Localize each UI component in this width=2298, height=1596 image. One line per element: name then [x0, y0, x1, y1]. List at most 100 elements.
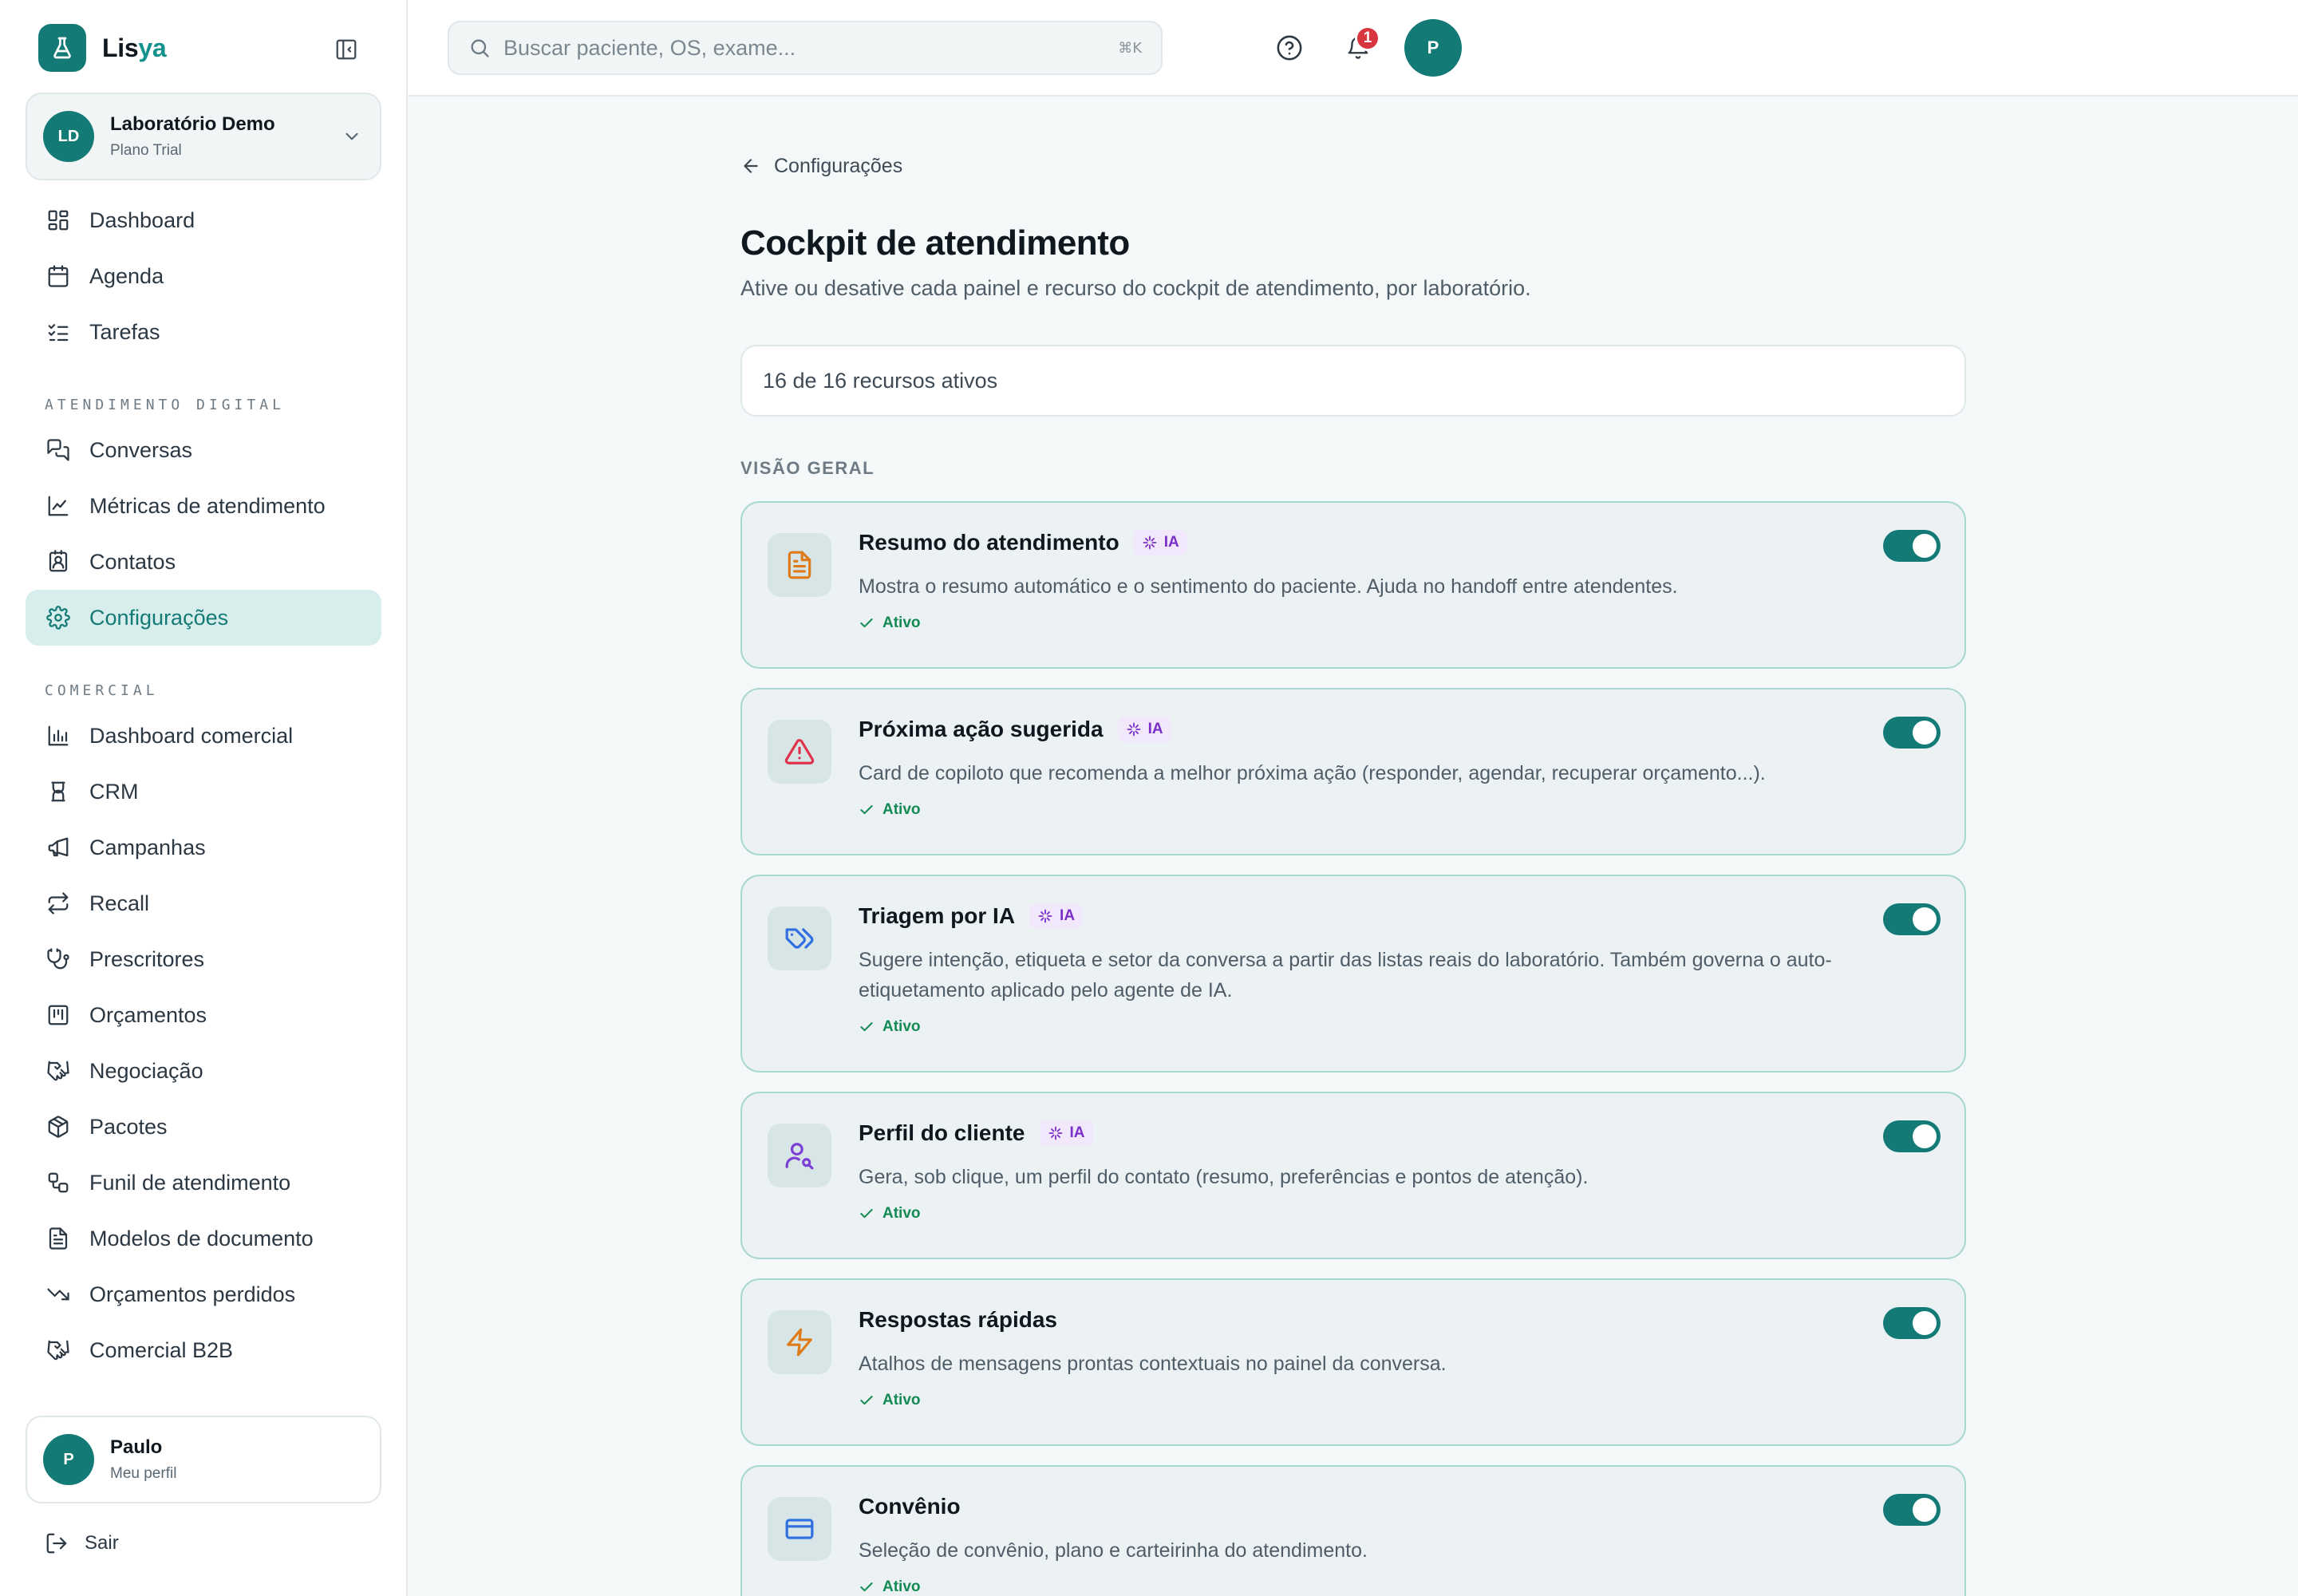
sidebar-item-label: Funil de atendimento [89, 1170, 291, 1195]
sidebar-item-label: Orçamentos perdidos [89, 1282, 296, 1306]
header-avatar[interactable]: P [1404, 19, 1462, 77]
credit-card-icon [768, 1497, 831, 1561]
gear-icon [45, 604, 72, 631]
sparkles-icon [1038, 909, 1052, 923]
sidebar-item-label: Negociação [89, 1058, 203, 1083]
back-link-label: Configurações [774, 154, 903, 177]
feature-status: Ativo [859, 1578, 921, 1596]
back-link-configuracoes[interactable]: Configurações [740, 152, 902, 180]
lab-name: Laboratório Demo [110, 113, 275, 135]
logout-button[interactable]: Sair [45, 1527, 119, 1559]
stethoscope-icon [45, 946, 72, 973]
sidebar-item-label: Recall [89, 891, 150, 915]
sidebar-item-contatos[interactable]: Contatos [26, 534, 381, 590]
sidebar-item-dashboard-comercial[interactable]: Dashboard comercial [26, 708, 381, 764]
search-bar[interactable]: ⌘K [448, 21, 1163, 75]
sidebar-item-recall[interactable]: Recall [26, 875, 381, 931]
feature-toggle-perfil-cliente[interactable] [1883, 1120, 1941, 1152]
sidebar-item-tarefas[interactable]: Tarefas [26, 304, 381, 360]
feature-description: Atalhos de mensagens prontas contextuais… [859, 1353, 1447, 1375]
feature-title: Perfil do cliente [859, 1120, 1025, 1145]
feature-toggle-convenio[interactable] [1883, 1494, 1941, 1526]
sidebar-item-configuracoes[interactable]: Configurações [26, 590, 381, 646]
layout-dashboard-icon [45, 207, 72, 234]
feature-description: Mostra o resumo automático e o sentiment… [859, 575, 1678, 598]
sidebar-item-pacotes[interactable]: Pacotes [26, 1099, 381, 1155]
handshake-icon [45, 1057, 72, 1084]
help-button[interactable] [1270, 29, 1309, 67]
line-chart-icon [45, 492, 72, 519]
sidebar-collapse-button[interactable] [327, 34, 365, 65]
user-profile-card[interactable]: P Paulo Meu perfil [26, 1416, 381, 1503]
sidebar-item-label: Comercial B2B [89, 1337, 234, 1362]
sidebar-item-label: Pacotes [89, 1114, 168, 1139]
search-input[interactable] [503, 35, 1078, 61]
sparkles-icon [1127, 722, 1140, 737]
nav-comercial: Dashboard comercial CRM Campanhas Recall… [26, 708, 381, 1378]
sidebar-item-negociacao[interactable]: Negociação [26, 1043, 381, 1099]
check-icon [860, 618, 873, 628]
help-circle-icon [1277, 35, 1302, 61]
lab-selector[interactable]: LD Laboratório Demo Plano Trial [26, 93, 381, 180]
page-title: Cockpit de atendimento [740, 223, 1130, 263]
feature-status: Ativo [859, 1205, 921, 1223]
feature-toggle-proxima-acao[interactable] [1883, 717, 1941, 749]
sidebar-item-label: Modelos de documento [89, 1226, 314, 1250]
crm-icon [45, 778, 72, 805]
sidebar: Lisya LD Laboratório Demo Plano Trial Da… [0, 0, 408, 1596]
sidebar-item-modelos-documento[interactable]: Modelos de documento [26, 1211, 381, 1266]
top-header: ⌘K 1 P [408, 0, 2298, 97]
sidebar-item-dashboard[interactable]: Dashboard [26, 192, 381, 248]
feature-title: Convênio [859, 1494, 961, 1519]
sidebar-item-comercial-b2b[interactable]: Comercial B2B [26, 1322, 381, 1378]
sidebar-item-agenda[interactable]: Agenda [26, 248, 381, 304]
package-icon [45, 1113, 72, 1140]
feature-card-respostas-rapidas: Respostas rápidas Atalhos de mensagens p… [740, 1278, 1966, 1446]
feature-description: Card de copiloto que recomenda a melhor … [859, 762, 1766, 784]
flask-icon [38, 24, 86, 72]
feature-toggle-triagem-ia[interactable] [1883, 903, 1941, 935]
sidebar-item-conversas[interactable]: Conversas [26, 422, 381, 478]
ia-badge: IA [1029, 903, 1084, 929]
feature-description: Gera, sob clique, um perfil do contato (… [859, 1166, 1589, 1188]
sidebar-item-orcamentos[interactable]: Orçamentos [26, 987, 381, 1043]
calendar-icon [45, 263, 72, 290]
sidebar-item-campanhas[interactable]: Campanhas [26, 820, 381, 875]
user-name: Paulo [110, 1436, 163, 1458]
lab-plan: Plano Trial [110, 142, 182, 159]
bar-chart-icon [45, 722, 72, 749]
feature-title: Triagem por IA [859, 903, 1016, 928]
sidebar-item-label: Tarefas [89, 319, 160, 344]
sidebar-item-crm[interactable]: CRM [26, 764, 381, 820]
contact-icon [45, 548, 72, 575]
sparkles-icon [1048, 1126, 1062, 1140]
chevron-down-icon [342, 126, 362, 147]
feature-status: Ativo [859, 614, 921, 632]
sidebar-item-label: Dashboard comercial [89, 723, 294, 748]
sidebar-item-funil[interactable]: Funil de atendimento [26, 1155, 381, 1211]
sidebar-item-label: CRM [89, 779, 139, 804]
sidebar-item-orcamentos-perdidos[interactable]: Orçamentos perdidos [26, 1266, 381, 1322]
sidebar-item-label: Configurações [89, 605, 229, 630]
brand-name: Lisya [102, 33, 167, 62]
sidebar-item-label: Agenda [89, 263, 164, 288]
brand[interactable]: Lisya [38, 24, 167, 72]
feature-toggle-respostas-rapidas[interactable] [1883, 1307, 1941, 1339]
trending-down-icon [45, 1281, 72, 1308]
check-icon [860, 1209, 873, 1219]
file-text-icon [768, 533, 831, 597]
log-out-icon [45, 1531, 69, 1555]
check-icon [860, 1582, 873, 1592]
sidebar-item-metricas[interactable]: Métricas de atendimento [26, 478, 381, 534]
sidebar-item-label: Orçamentos [89, 1002, 207, 1027]
sidebar-item-prescritores[interactable]: Prescritores [26, 931, 381, 987]
user-search-icon [768, 1124, 831, 1187]
zap-icon [768, 1310, 831, 1374]
section-label-comercial: COMERCIAL [45, 682, 159, 699]
feature-status: Ativo [859, 1392, 921, 1409]
feature-card-perfil-cliente: Perfil do cliente IA Gera, sob clique, u… [740, 1092, 1966, 1259]
check-icon [860, 1396, 873, 1405]
feature-toggle-resumo-atendimento[interactable] [1883, 530, 1941, 562]
sidebar-item-label: Dashboard [89, 207, 195, 232]
sidebar-item-label: Conversas [89, 437, 193, 462]
